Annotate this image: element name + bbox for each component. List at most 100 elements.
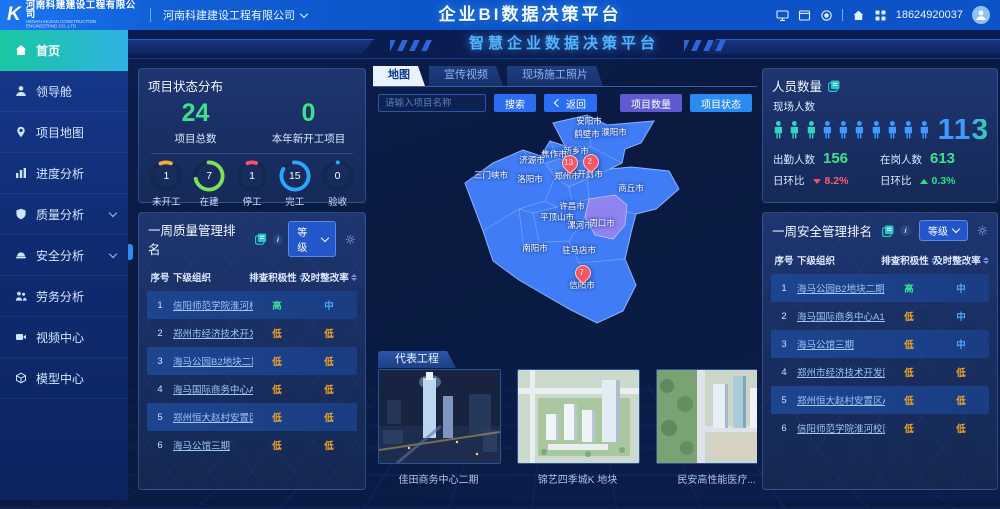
org-link[interactable]: 信阳师范学院淮河校区二... bbox=[797, 421, 885, 435]
table-row[interactable]: 5郑州恒大赵村安置区A-0...低低 bbox=[147, 403, 357, 431]
progress-chart-icon bbox=[15, 167, 27, 179]
status-ring-accepted: 0 验收 bbox=[318, 159, 358, 208]
chevron-down-icon bbox=[952, 225, 960, 233]
chevron-down-icon bbox=[109, 249, 117, 257]
table-row[interactable]: 1信阳师范学院淮河校区二...高中 bbox=[147, 291, 357, 319]
org-selector[interactable]: 河南科建建设工程有限公司 bbox=[150, 8, 307, 22]
sort-header[interactable]: 及时整改率 bbox=[301, 270, 357, 284]
report-icon bbox=[827, 79, 841, 93]
table-row[interactable]: 3海马公馆三期低中 bbox=[771, 330, 989, 358]
org-link[interactable]: 海马国际商务中心A1地... bbox=[797, 309, 885, 323]
person-icon bbox=[903, 119, 914, 141]
sidebar-item-safety[interactable]: 安全分析 bbox=[0, 235, 128, 276]
project-status-button[interactable]: 项目状态 bbox=[690, 94, 752, 112]
gear-icon[interactable] bbox=[977, 225, 988, 236]
video-camera-icon bbox=[15, 331, 27, 343]
triangle-up-icon bbox=[920, 179, 928, 184]
table-row[interactable]: 3海马公园B2地块二期低低 bbox=[147, 347, 357, 375]
org-link[interactable]: 郑州市经济技术开发区青... bbox=[173, 326, 253, 340]
user-avatar[interactable] bbox=[972, 6, 990, 24]
table-row[interactable]: 6信阳师范学院淮河校区二...低低 bbox=[771, 414, 989, 442]
project-count-button[interactable]: 项目数量 bbox=[620, 94, 682, 112]
sidebar-item-labor[interactable]: 劳务分析 bbox=[0, 276, 128, 317]
project-card[interactable]: 锦艺四季城K 地块 bbox=[517, 369, 638, 491]
grade-filter-dropdown[interactable]: 等级 bbox=[288, 221, 336, 257]
org-link[interactable]: 海马公馆三期 bbox=[797, 337, 885, 351]
person-icon bbox=[789, 119, 800, 141]
person-icon bbox=[919, 119, 930, 141]
org-selector-label: 河南科建建设工程有限公司 bbox=[163, 7, 295, 23]
representative-projects-tab[interactable]: 代表工程 bbox=[378, 351, 456, 368]
sort-header[interactable]: 排查积极性 bbox=[253, 270, 301, 284]
org-link[interactable]: 郑州恒大赵村安置区A-0... bbox=[173, 410, 253, 424]
tab-site-photos[interactable]: 现场施工照片 bbox=[507, 66, 603, 86]
sort-header[interactable]: 及时整改率 bbox=[933, 253, 989, 267]
labor-people-icon bbox=[15, 290, 27, 302]
org-link[interactable]: 海马公园B2地块二期 bbox=[797, 281, 885, 295]
safety-rank-panel: 一周安全管理排名 i 等级 序号 下级组织 排查积极性 及时整改率 1海马公园B… bbox=[762, 212, 998, 490]
panel-collapse-handle[interactable] bbox=[128, 244, 133, 260]
table-row[interactable]: 4郑州市经济技术开发区青...低低 bbox=[771, 358, 989, 386]
org-link[interactable]: 郑州恒大赵村安置区A-0... bbox=[797, 393, 885, 407]
status-ring-notstarted: 1 未开工 bbox=[146, 159, 186, 208]
project-card[interactable]: 佳田商务中心二期 bbox=[378, 369, 499, 491]
sidebar-item-captain[interactable]: 领导舱 bbox=[0, 71, 128, 112]
city-label: 濮阳市 bbox=[601, 126, 627, 138]
grade-filter-dropdown[interactable]: 等级 bbox=[919, 220, 968, 241]
window-icon[interactable] bbox=[798, 9, 811, 22]
person-icon bbox=[822, 119, 833, 141]
table-row[interactable]: 2海马国际商务中心A1地...低中 bbox=[771, 302, 989, 330]
company-name-en: HENAN KEJIAN CONSTRUCTION ENGINEERING CO… bbox=[26, 20, 127, 29]
dashboard-subtitle: 智慧企业数据决策平台 bbox=[128, 30, 1000, 58]
table-row[interactable]: 6海马公馆三期低低 bbox=[147, 431, 357, 459]
org-link[interactable]: 信阳师范学院淮河校区二... bbox=[173, 298, 253, 312]
sidebar-item-progress[interactable]: 进度分析 bbox=[0, 153, 128, 194]
sidebar-item-video[interactable]: 视频中心 bbox=[0, 317, 128, 358]
table-row[interactable]: 5郑州恒大赵村安置区A-0...低低 bbox=[771, 386, 989, 414]
gear-icon[interactable] bbox=[345, 234, 356, 245]
sidebar-item-project-map[interactable]: 项目地图 bbox=[0, 112, 128, 153]
quality-shield-icon bbox=[15, 208, 27, 220]
search-button[interactable]: 搜索 bbox=[494, 94, 536, 112]
person-icon bbox=[773, 119, 784, 141]
org-link[interactable]: 海马公馆三期 bbox=[173, 438, 253, 452]
table-row[interactable]: 4海马国际商务中心A1地...低低 bbox=[147, 375, 357, 403]
quality-rank-panel: 一周质量管理排名 i 等级 序号 下级组织 排查积极性 及时整改率 1信阳师范学… bbox=[138, 212, 366, 490]
project-caption: 民安高性能医疗... bbox=[656, 471, 757, 486]
stat-onduty: 在岗人数613 bbox=[880, 150, 987, 167]
project-photo-campus bbox=[656, 369, 757, 464]
quality-rank-table: 序号 下级组织 排查积极性 及时整改率 1信阳师范学院淮河校区二...高中 2郑… bbox=[147, 264, 357, 459]
org-link[interactable]: 海马国际商务中心A1地... bbox=[173, 382, 253, 396]
sidebar-item-model[interactable]: 模型中心 bbox=[0, 358, 128, 399]
sort-icon bbox=[351, 274, 357, 281]
project-search-input[interactable] bbox=[378, 94, 486, 112]
project-card[interactable]: 民安高性能医疗... bbox=[656, 369, 757, 491]
home-icon[interactable] bbox=[852, 9, 865, 22]
sidebar-item-home[interactable]: 首页 bbox=[0, 30, 128, 71]
sort-header[interactable]: 排查积极性 bbox=[885, 253, 933, 267]
stat-attendance: 出勤人数156 bbox=[773, 150, 880, 167]
sidebar: 首页 领导舱 项目地图 进度分析 质量分析 安全分析 劳务分析 bbox=[0, 30, 128, 500]
map-pin-icon bbox=[15, 126, 27, 138]
org-link[interactable]: 海马公园B2地块二期 bbox=[173, 354, 253, 368]
header-actions: 18624920037 bbox=[776, 6, 1000, 24]
tab-map[interactable]: 地图 bbox=[373, 66, 425, 86]
tab-promo-video[interactable]: 宣传视频 bbox=[429, 66, 503, 86]
org-link[interactable]: 郑州市经济技术开发区青... bbox=[797, 365, 885, 379]
project-caption: 锦艺四季城K 地块 bbox=[517, 471, 638, 486]
info-icon[interactable]: i bbox=[273, 234, 284, 245]
monitor-icon[interactable] bbox=[776, 9, 789, 22]
henan-province-map[interactable]: 安阳市 鹤壁市 濮阳市 新乡市 焦作市 济源市 三门峡市 洛阳市 郑州市 开封市… bbox=[373, 113, 757, 346]
app-header: K 河南科建建设工程有限公司 HENAN KEJIAN CONSTRUCTION… bbox=[0, 0, 1000, 30]
city-label: 商丘市 bbox=[618, 182, 644, 194]
city-label: 鹤壁市 bbox=[574, 128, 600, 140]
grid-icon[interactable] bbox=[874, 9, 887, 22]
back-button[interactable]: 返回 bbox=[544, 94, 597, 112]
table-row[interactable]: 2郑州市经济技术开发区青...低低 bbox=[147, 319, 357, 347]
info-icon[interactable]: i bbox=[900, 225, 911, 236]
table-row[interactable]: 1海马公园B2地块二期高中 bbox=[771, 274, 989, 302]
onsite-count-label: 现场人数 bbox=[763, 98, 997, 114]
project-photo-night bbox=[378, 369, 501, 464]
record-icon[interactable] bbox=[820, 9, 833, 22]
sidebar-item-quality[interactable]: 质量分析 bbox=[0, 194, 128, 235]
